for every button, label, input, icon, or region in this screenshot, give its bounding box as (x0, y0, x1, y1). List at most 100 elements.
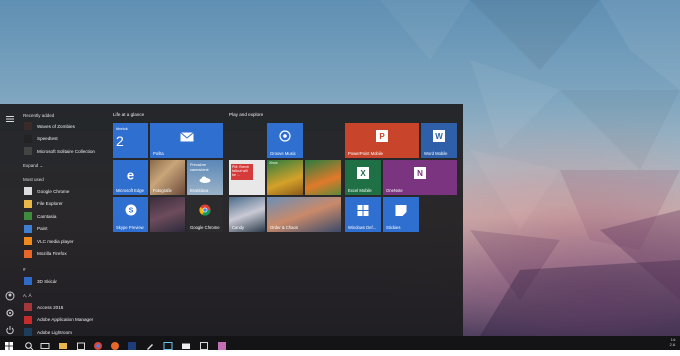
sticky-note-icon (395, 203, 407, 221)
recently-added-heading: Recently added (23, 113, 55, 118)
paint-taskbar-icon[interactable] (217, 338, 227, 350)
power-icon[interactable] (5, 322, 15, 335)
excel-tile[interactable]: X Excel Mobile (345, 160, 381, 195)
groove-label: Groove Music (270, 151, 296, 156)
svg-text:N: N (417, 169, 423, 178)
app-list-item[interactable]: Paint (24, 224, 110, 234)
app-list-item-label: VLC media player (37, 238, 74, 244)
calendar-taskbar-icon[interactable] (199, 338, 209, 350)
task-view-icon[interactable] (40, 338, 50, 349)
game-tile-1[interactable]: Candy (229, 197, 265, 232)
chrome-tile[interactable]: Google Chrome (187, 197, 223, 232)
vlc-icon (24, 237, 32, 245)
app-list-item[interactable]: Microsoft Solitaire Collection (24, 146, 110, 156)
app-list-item-label: Google Chrome (37, 188, 70, 194)
calendar-tile[interactable]: štvrtok 2 (113, 123, 148, 158)
excel-label: Excel Mobile (348, 188, 372, 193)
cards-icon (24, 147, 32, 155)
app-list-item[interactable]: File Explorer (24, 199, 110, 209)
app-list: Recently added Waves of Zombies Speedtest… (20, 104, 110, 336)
calendar-day: štvrtok (116, 126, 128, 131)
xbox-badge: Xbox (269, 161, 278, 165)
app-list-item[interactable]: Camtasia (24, 211, 110, 221)
app-list-item-label: Speedtest (37, 136, 58, 141)
search-icon[interactable] (24, 338, 34, 351)
photoshop-taskbar-icon[interactable] (127, 338, 137, 350)
letter-header-a[interactable]: A, Á (23, 293, 32, 298)
speedtest-icon (24, 134, 32, 143)
groove-tile[interactable]: Groove Music (267, 123, 303, 158)
taskbar: 14: 2.6. (0, 336, 680, 351)
xbox-game-tile-2[interactable] (305, 160, 341, 195)
groove-icon (279, 129, 291, 147)
zombie-icon (24, 122, 32, 130)
app-list-item[interactable]: Google Chrome (24, 186, 110, 196)
start-button[interactable] (4, 338, 14, 350)
skype-tile[interactable]: S Skype Preview (113, 197, 148, 232)
edge-icon: e (126, 167, 135, 183)
camtasia-icon (24, 212, 32, 220)
group-header-play[interactable]: Play and explore (229, 112, 263, 117)
menu-icon[interactable] (5, 111, 15, 122)
app-list-item[interactable]: Adobe Application Manager (24, 315, 110, 325)
firefox-taskbar-icon[interactable] (110, 338, 120, 350)
app-list-item-label: 3D Skicár (37, 278, 57, 284)
app-taskbar-icon[interactable] (163, 338, 173, 350)
app-list-item-label: Paint (37, 226, 48, 231)
cloud-icon (199, 170, 211, 188)
app-list-item[interactable]: Adobe Lightroom (24, 327, 110, 336)
expand-button[interactable]: Expand ⌄ (23, 163, 43, 169)
chrome-icon (199, 203, 211, 221)
weather-tile[interactable]: Prevažne zamračené Bratislava (187, 160, 223, 195)
folder-icon (24, 199, 32, 208)
app-list-item[interactable]: 3D Skicár (24, 276, 110, 286)
start-rail (0, 104, 20, 336)
windows-logo-icon (357, 203, 369, 221)
app-list-item-label: Waves of Zombies (37, 123, 75, 129)
excel-icon: X (357, 166, 369, 184)
chrome-label: Google Chrome (190, 225, 220, 230)
word-icon: W (433, 129, 445, 147)
app-list-item[interactable]: Speedtest (24, 134, 110, 144)
letter-header-hash[interactable]: # (23, 267, 26, 272)
app-list-item[interactable]: Mozilla Firefox (24, 249, 110, 259)
app-list-item[interactable]: Waves of Zombies (24, 121, 110, 131)
game-tile-fantasy[interactable] (150, 197, 185, 232)
app-list-item-label: Microsoft Solitaire Collection (37, 148, 95, 154)
onenote-tile[interactable]: N OneNote (383, 160, 457, 195)
user-icon[interactable] (5, 288, 15, 301)
game-tile-2[interactable]: Order & Chaos (267, 197, 341, 232)
windows-defender-tile[interactable]: Windows Def... (345, 197, 381, 232)
xbox-game-tile[interactable]: Xbox (267, 160, 303, 195)
edge-tile[interactable]: e Microsoft Edge (113, 160, 148, 195)
app-list-item-label: Adobe Lightroom (37, 329, 72, 335)
chrome-taskbar-icon[interactable] (93, 338, 103, 350)
mail-icon (179, 129, 194, 147)
news-tile[interactable]: PM: Brexit fallout will be ... (229, 160, 265, 195)
file-explorer-taskbar-icon[interactable] (58, 338, 68, 349)
calendar-date: 2 (116, 133, 124, 149)
group-header-life[interactable]: Life at a glance (113, 112, 144, 117)
skype-label: Skype Preview (116, 225, 144, 230)
pen-taskbar-icon[interactable] (145, 338, 155, 350)
photos-label: Fotografie (153, 188, 172, 193)
system-clock[interactable]: 14: 2.6. (670, 338, 676, 348)
app-list-item[interactable]: Access 2016 (24, 302, 110, 312)
powerpoint-tile[interactable]: P PowerPoint Mobile (345, 123, 419, 158)
gear-icon[interactable] (5, 305, 15, 317)
app-list-item-label: Camtasia (37, 213, 57, 219)
photos-tile[interactable]: Fotografie (150, 160, 185, 195)
mail-label: Pošta (153, 151, 164, 156)
stickies-tile[interactable]: Stickies (383, 197, 419, 232)
skype-icon: S (125, 203, 137, 221)
svg-text:P: P (379, 132, 385, 141)
paint3d-icon (24, 277, 32, 285)
app-list-item[interactable]: VLC media player (24, 236, 110, 246)
windows-defender-label: Windows Def... (348, 225, 377, 230)
access-icon (24, 303, 32, 311)
mail-tile[interactable]: Pošta (150, 123, 223, 158)
mail-taskbar-icon[interactable] (181, 338, 191, 349)
word-tile[interactable]: W Word Mobile (421, 123, 457, 158)
chrome-icon (24, 187, 32, 195)
store-taskbar-icon[interactable] (76, 338, 86, 350)
